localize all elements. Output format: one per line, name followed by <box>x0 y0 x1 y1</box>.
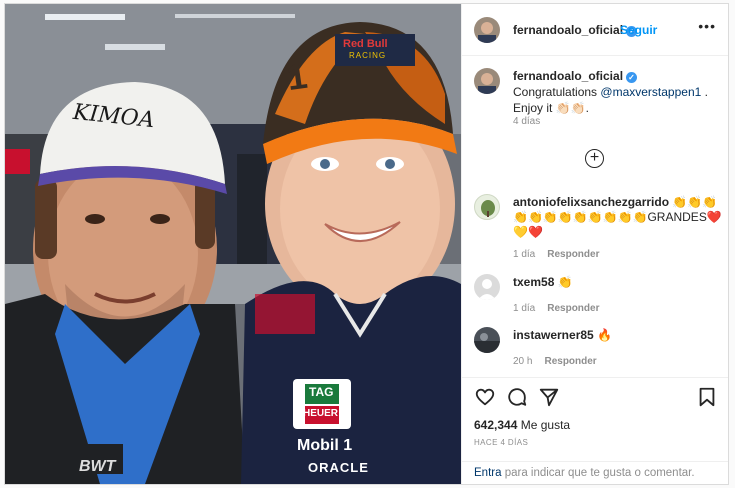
comment-actions: 20 h Responder <box>513 351 597 369</box>
comment-bubble-icon[interactable] <box>506 386 528 408</box>
comment-username[interactable]: txem58 <box>513 275 554 289</box>
sponsor-oracle: ORACLE <box>308 460 369 475</box>
author-username-text[interactable]: fernandoalo_oficial <box>513 23 623 37</box>
comment-username[interactable]: antoniofelixsanchezgarrido <box>513 195 669 209</box>
comment-time[interactable]: 1 día <box>513 303 535 314</box>
login-footer: Entra para indicar que te gusta o coment… <box>462 461 728 484</box>
likes-label: Me gusta <box>517 418 571 432</box>
post-panel: fernandoalo_oficial ✓ Seguir ••• fernando… <box>461 4 728 484</box>
comment-avatar[interactable] <box>474 274 500 300</box>
comment-username[interactable]: instawerner85 <box>513 328 594 342</box>
caption-username[interactable]: fernandoalo_oficial ✓ <box>513 69 638 83</box>
sponsor-tag: TAG <box>309 385 334 399</box>
author-username[interactable]: fernandoalo_oficial ✓ <box>513 23 638 37</box>
caption-text-end: . <box>701 85 708 99</box>
save-bookmark-icon[interactable] <box>696 386 718 408</box>
comment-time[interactable]: 1 día <box>513 249 535 260</box>
load-more-comments-icon[interactable]: + <box>585 149 604 168</box>
sponsor-heuer: HEUER <box>303 408 339 419</box>
follow-button[interactable]: Seguir <box>620 23 657 37</box>
caption-text: Congratulations <box>513 85 601 99</box>
comment-text: 🔥 <box>597 328 613 342</box>
author-avatar[interactable] <box>474 17 500 43</box>
reply-button[interactable]: Responder <box>547 249 599 260</box>
comment-body: txem58 👏 <box>513 275 723 290</box>
likes-number[interactable]: 642,344 <box>474 418 517 432</box>
caption-line2: Enjoy it 👏🏻👏🏻. <box>513 101 589 115</box>
caption-avatar[interactable] <box>474 68 500 94</box>
mention-link[interactable]: @maxverstappen1 <box>600 85 701 99</box>
login-link[interactable]: Entra <box>474 467 502 479</box>
post-frame: KIMOA Red Bull RACING 1 TAG HEUER Mobil … <box>4 3 729 485</box>
post-header: fernandoalo_oficial ✓ Seguir ••• <box>462 4 728 56</box>
comment-text: 👏 <box>557 275 573 289</box>
right-cap-brand: Red Bull <box>343 38 388 50</box>
caption-body: fernandoalo_oficial ✓ Congratulations @ma… <box>513 68 718 116</box>
selfie-illustration <box>5 4 461 484</box>
post-time-ago[interactable]: HACE 4 DÍAS <box>474 438 528 447</box>
jacket-bwt: BWT <box>79 458 116 475</box>
likes-count[interactable]: 642,344 Me gusta <box>474 418 570 432</box>
login-prompt-text: para indicar que te gusta o comentar. <box>501 467 695 479</box>
reply-button[interactable]: Responder <box>544 356 596 367</box>
like-heart-icon[interactable] <box>474 386 496 408</box>
comment-time[interactable]: 20 h <box>513 356 532 367</box>
sponsor-mobil: Mobil 1 <box>297 437 353 454</box>
right-cap-sub: RACING <box>349 51 387 60</box>
post-actions-bar <box>462 377 728 407</box>
comment-body: instawerner85 🔥 <box>513 328 723 343</box>
verified-badge-icon: ✓ <box>626 72 638 83</box>
more-options-icon[interactable]: ••• <box>698 18 716 34</box>
comment-body: antoniofelixsanchezgarrido 👏👏👏👏👏👏👏👏👏👏👏👏G… <box>513 195 723 240</box>
comment-avatar[interactable] <box>474 194 500 220</box>
comment-avatar[interactable] <box>474 327 500 353</box>
caption-time[interactable]: 4 días <box>513 116 540 127</box>
comment-actions: 1 día Responder <box>513 298 599 316</box>
reply-button[interactable]: Responder <box>547 303 599 314</box>
caption-username-text[interactable]: fernandoalo_oficial <box>513 69 623 83</box>
post-photo[interactable]: KIMOA Red Bull RACING 1 TAG HEUER Mobil … <box>5 4 461 484</box>
share-send-icon[interactable] <box>538 386 560 408</box>
comment-actions: 1 día Responder <box>513 244 599 262</box>
